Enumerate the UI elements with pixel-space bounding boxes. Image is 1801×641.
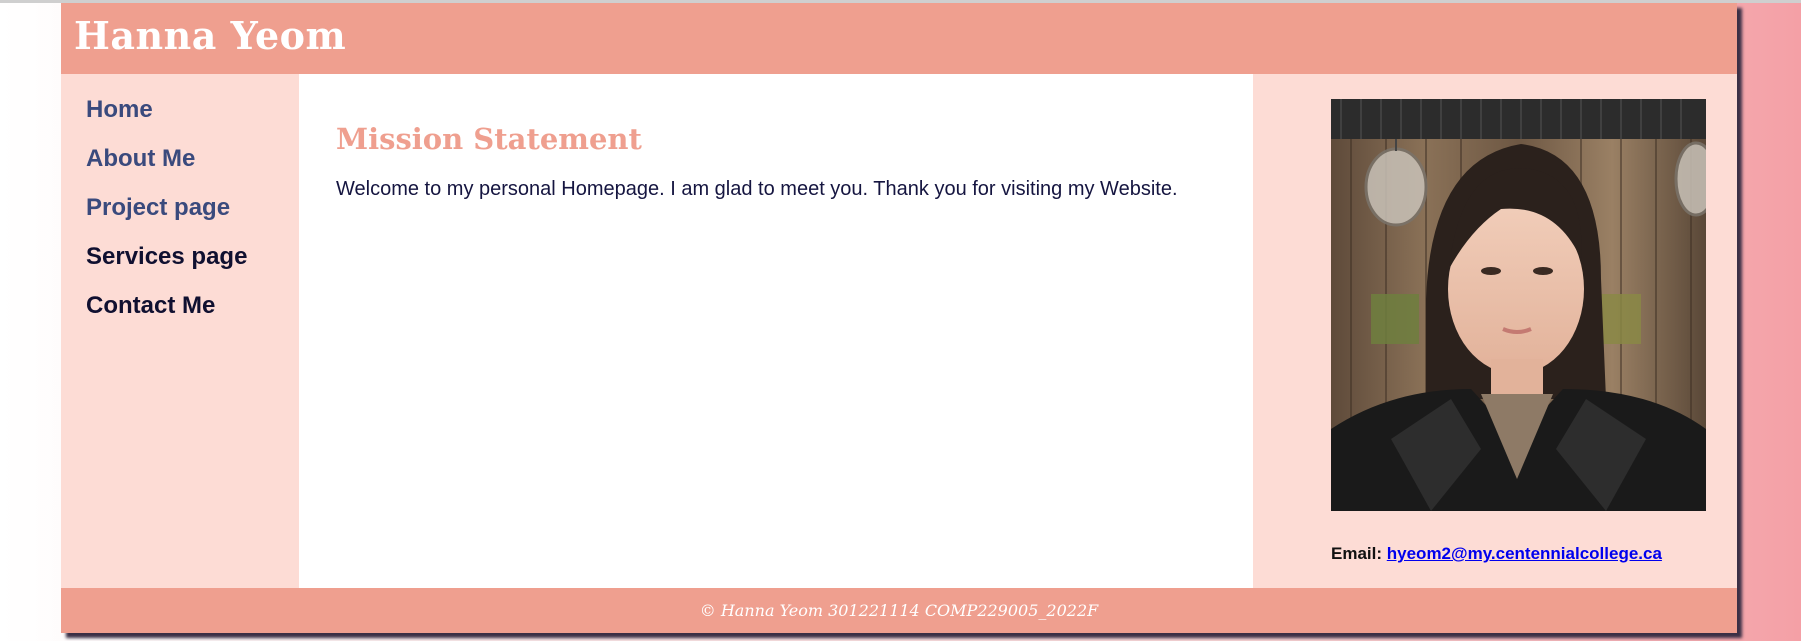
nav-link-project-page[interactable]: Project page: [86, 194, 230, 222]
page-container: Hanna Yeom Home About Me Project page Se…: [61, 3, 1737, 633]
site-title: Hanna Yeom: [74, 13, 347, 58]
profile-aside: Email: hyeom2@my.centennialcollege.ca: [1253, 74, 1737, 588]
footer-copyright: © Hanna Yeom 301221114 COMP229005_2022F: [699, 601, 1099, 620]
main-content: Mission Statement Welcome to my personal…: [299, 74, 1253, 588]
nav-link-services-page[interactable]: Services page: [86, 243, 247, 271]
email-link[interactable]: hyeom2@my.centennialcollege.ca: [1387, 544, 1662, 563]
profile-photo: [1331, 99, 1706, 511]
site-header: Hanna Yeom: [61, 3, 1737, 74]
email-label: Email:: [1331, 544, 1383, 563]
email-contact: Email: hyeom2@my.centennialcollege.ca: [1331, 544, 1662, 564]
nav-link-about-me[interactable]: About Me: [86, 145, 195, 173]
welcome-paragraph: Welcome to my personal Homepage. I am gl…: [336, 178, 1178, 200]
mission-statement-heading: Mission Statement: [336, 122, 642, 156]
sidebar-nav: Home About Me Project page Services page…: [61, 74, 299, 588]
site-footer: © Hanna Yeom 301221114 COMP229005_2022F: [61, 588, 1737, 633]
nav-link-home[interactable]: Home: [86, 96, 153, 124]
nav-link-contact-me[interactable]: Contact Me: [86, 292, 215, 320]
